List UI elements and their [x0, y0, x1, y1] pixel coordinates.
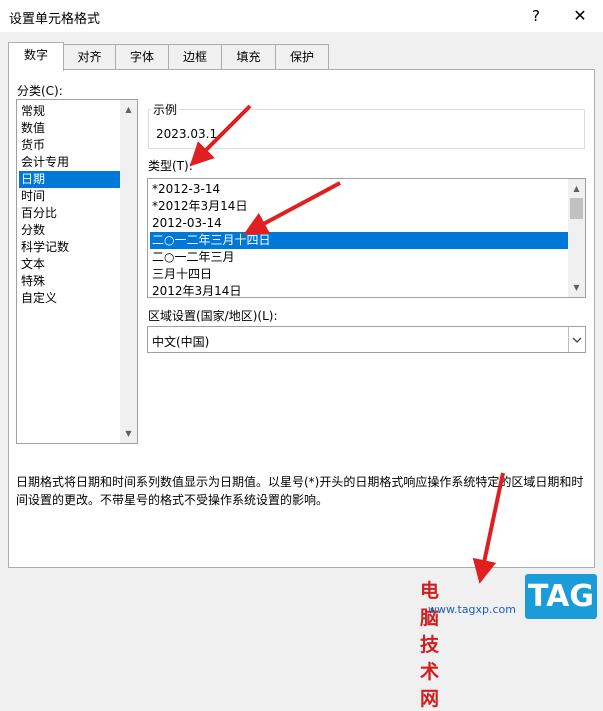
- watermark-badge: TAG: [525, 574, 597, 619]
- type-item-selected[interactable]: 二○一二年三月十四日: [150, 232, 568, 249]
- category-item-currency[interactable]: 货币: [19, 137, 120, 154]
- tab-protection[interactable]: 保护: [275, 44, 329, 70]
- type-label: 类型(T):: [148, 159, 193, 173]
- category-scrollbar[interactable]: ▲ ▼: [120, 100, 137, 443]
- chevron-down-icon[interactable]: [568, 327, 585, 352]
- category-item-fraction[interactable]: 分数: [19, 222, 120, 239]
- type-item[interactable]: 2012年3月14日: [150, 283, 568, 300]
- title-bar: 设置单元格格式 ? ✕: [0, 0, 603, 32]
- chevron-up-icon[interactable]: ▲: [568, 180, 585, 197]
- category-item-date[interactable]: 日期: [19, 171, 120, 188]
- type-item[interactable]: 2012-03-14: [150, 215, 568, 232]
- help-button[interactable]: ?: [522, 4, 550, 28]
- watermark-text: 电脑技术网: [420, 580, 441, 710]
- category-item-percentage[interactable]: 百分比: [19, 205, 120, 222]
- category-item-general[interactable]: 常规: [19, 103, 120, 120]
- chevron-down-icon[interactable]: ▼: [120, 425, 137, 442]
- scrollbar-thumb[interactable]: [570, 198, 583, 219]
- sample-value: 2023.03.1: [156, 127, 218, 141]
- category-label: 分类(C):: [17, 84, 63, 98]
- type-item[interactable]: 二○一二年三月: [150, 249, 568, 266]
- chevron-down-icon[interactable]: ▼: [568, 279, 585, 296]
- category-item-custom[interactable]: 自定义: [19, 290, 120, 307]
- type-listbox[interactable]: *2012-3-14 *2012年3月14日 2012-03-14 二○一二年三…: [147, 178, 586, 298]
- category-item-accounting[interactable]: 会计专用: [19, 154, 120, 171]
- type-item[interactable]: *2012-3-14: [150, 181, 568, 198]
- category-listbox[interactable]: 常规 数值 货币 会计专用 日期 时间 百分比 分数 科学记数 文本 特殊 自定…: [16, 99, 138, 444]
- category-item-special[interactable]: 特殊: [19, 273, 120, 290]
- close-button[interactable]: ✕: [565, 4, 595, 28]
- tab-border[interactable]: 边框: [168, 44, 222, 70]
- tab-font[interactable]: 字体: [115, 44, 169, 70]
- chevron-up-icon[interactable]: ▲: [120, 101, 137, 118]
- category-item-scientific[interactable]: 科学记数: [19, 239, 120, 256]
- tab-fill[interactable]: 填充: [221, 44, 276, 70]
- locale-label: 区域设置(国家/地区)(L):: [148, 309, 278, 323]
- category-item-number[interactable]: 数值: [19, 120, 120, 137]
- sample-label: 示例: [151, 101, 180, 118]
- locale-value: 中文(中国): [152, 335, 210, 349]
- tab-alignment[interactable]: 对齐: [63, 44, 116, 70]
- category-item-text[interactable]: 文本: [19, 256, 120, 273]
- type-item[interactable]: *2012年3月14日: [150, 198, 568, 215]
- type-item[interactable]: 三月十四日: [150, 266, 568, 283]
- locale-dropdown[interactable]: 中文(中国): [147, 326, 586, 353]
- dialog-title: 设置单元格格式: [9, 12, 101, 27]
- tab-number[interactable]: 数字: [8, 42, 64, 71]
- category-item-time[interactable]: 时间: [19, 188, 120, 205]
- format-description: 日期格式将日期和时间系列数值显示为日期值。以星号(*)开头的日期格式响应操作系统…: [16, 475, 584, 507]
- type-scrollbar[interactable]: ▲ ▼: [568, 179, 585, 297]
- watermark-url: www.tagxp.com: [428, 603, 516, 616]
